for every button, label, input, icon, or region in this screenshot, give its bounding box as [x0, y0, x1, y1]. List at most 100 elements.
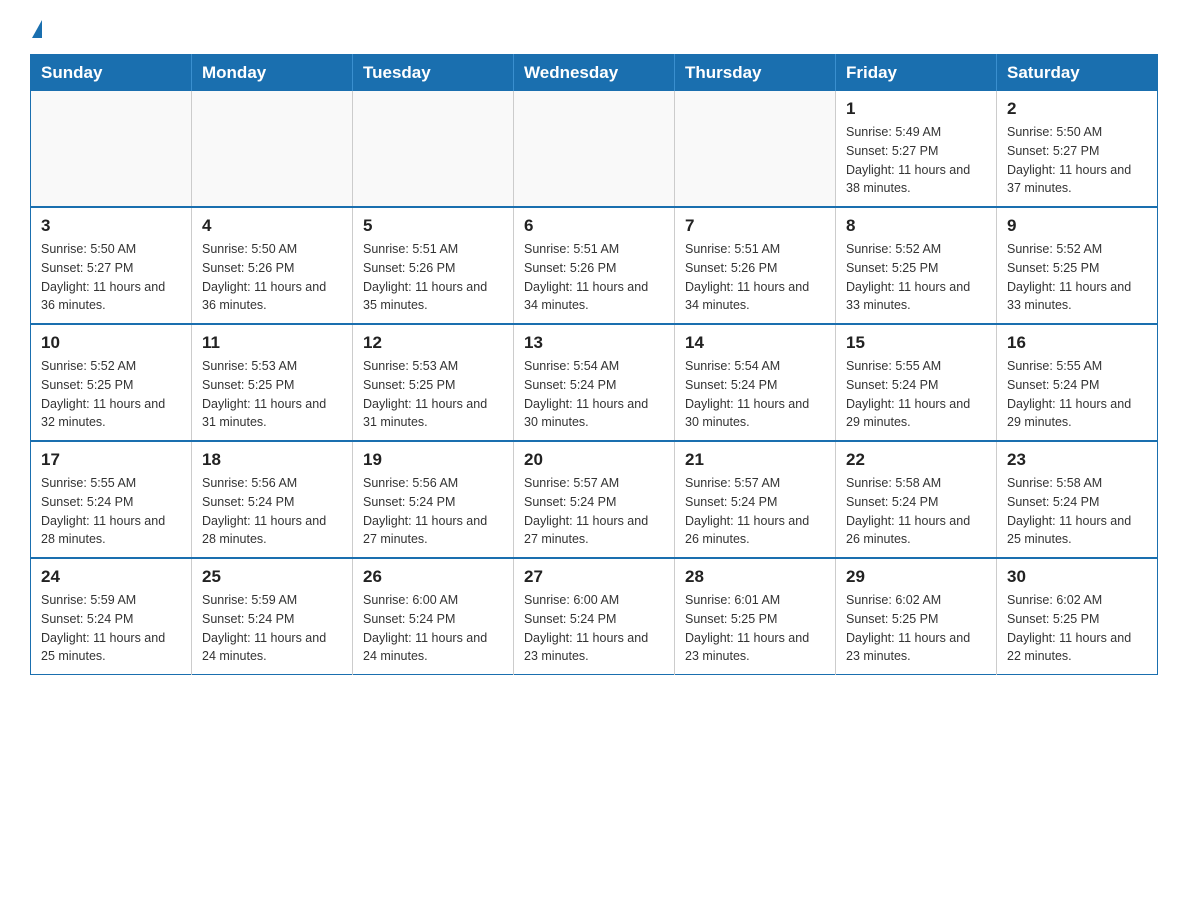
calendar-week-3: 10 Sunrise: 5:52 AM Sunset: 5:25 PM Dayli… [31, 324, 1158, 441]
calendar-cell: 18 Sunrise: 5:56 AM Sunset: 5:24 PM Dayli… [192, 441, 353, 558]
day-header-monday: Monday [192, 55, 353, 92]
day-info: Sunrise: 5:52 AM Sunset: 5:25 PM Dayligh… [41, 357, 181, 432]
calendar-cell: 7 Sunrise: 5:51 AM Sunset: 5:26 PM Daylig… [675, 207, 836, 324]
day-info: Sunrise: 5:53 AM Sunset: 5:25 PM Dayligh… [202, 357, 342, 432]
calendar-cell: 8Sunrise: 5:52 AM Sunset: 5:25 PM Daylig… [836, 207, 997, 324]
day-number: 24 [41, 567, 181, 587]
calendar-cell: 10 Sunrise: 5:52 AM Sunset: 5:25 PM Dayli… [31, 324, 192, 441]
calendar-cell: 26 Sunrise: 6:00 AM Sunset: 5:24 PM Dayli… [353, 558, 514, 675]
calendar-cell: 6Sunrise: 5:51 AM Sunset: 5:26 PM Daylig… [514, 207, 675, 324]
day-info: Sunrise: 5:57 AM Sunset: 5:24 PM Dayligh… [685, 474, 825, 549]
day-info: Sunrise: 5:56 AM Sunset: 5:24 PM Dayligh… [363, 474, 503, 549]
day-number: 27 [524, 567, 664, 587]
calendar-week-1: 1Sunrise: 5:49 AM Sunset: 5:27 PM Daylig… [31, 91, 1158, 207]
day-info: Sunrise: 5:50 AM Sunset: 5:27 PM Dayligh… [41, 240, 181, 315]
day-number: 29 [846, 567, 986, 587]
day-number: 10 [41, 333, 181, 353]
calendar-cell: 15 Sunrise: 5:55 AM Sunset: 5:24 PM Dayli… [836, 324, 997, 441]
day-number: 8 [846, 216, 986, 236]
calendar-cell [675, 91, 836, 207]
day-number: 4 [202, 216, 342, 236]
day-info: Sunrise: 5:54 AM Sunset: 5:24 PM Dayligh… [524, 357, 664, 432]
calendar-cell: 9Sunrise: 5:52 AM Sunset: 5:25 PM Daylig… [997, 207, 1158, 324]
day-header-sunday: Sunday [31, 55, 192, 92]
calendar-cell: 14Sunrise: 5:54 AM Sunset: 5:24 PM Dayli… [675, 324, 836, 441]
day-number: 21 [685, 450, 825, 470]
calendar-cell [31, 91, 192, 207]
day-number: 12 [363, 333, 503, 353]
day-number: 13 [524, 333, 664, 353]
calendar-cell: 30Sunrise: 6:02 AM Sunset: 5:25 PM Dayli… [997, 558, 1158, 675]
day-header-wednesday: Wednesday [514, 55, 675, 92]
day-number: 23 [1007, 450, 1147, 470]
calendar-week-5: 24 Sunrise: 5:59 AM Sunset: 5:24 PM Dayli… [31, 558, 1158, 675]
day-info: Sunrise: 5:55 AM Sunset: 5:24 PM Dayligh… [846, 357, 986, 432]
day-info: Sunrise: 5:55 AM Sunset: 5:24 PM Dayligh… [1007, 357, 1147, 432]
calendar-cell: 4 Sunrise: 5:50 AM Sunset: 5:26 PM Daylig… [192, 207, 353, 324]
day-header-tuesday: Tuesday [353, 55, 514, 92]
day-info: Sunrise: 5:58 AM Sunset: 5:24 PM Dayligh… [1007, 474, 1147, 549]
calendar-cell: 1Sunrise: 5:49 AM Sunset: 5:27 PM Daylig… [836, 91, 997, 207]
day-number: 15 [846, 333, 986, 353]
calendar-table: SundayMondayTuesdayWednesdayThursdayFrid… [30, 54, 1158, 675]
day-info: Sunrise: 5:49 AM Sunset: 5:27 PM Dayligh… [846, 123, 986, 198]
day-header-saturday: Saturday [997, 55, 1158, 92]
day-number: 28 [685, 567, 825, 587]
day-number: 30 [1007, 567, 1147, 587]
day-header-friday: Friday [836, 55, 997, 92]
day-number: 5 [363, 216, 503, 236]
calendar-cell: 25Sunrise: 5:59 AM Sunset: 5:24 PM Dayli… [192, 558, 353, 675]
calendar-cell: 16 Sunrise: 5:55 AM Sunset: 5:24 PM Dayli… [997, 324, 1158, 441]
day-number: 16 [1007, 333, 1147, 353]
calendar-week-2: 3 Sunrise: 5:50 AM Sunset: 5:27 PM Daylig… [31, 207, 1158, 324]
page-header [30, 20, 1158, 38]
day-info: Sunrise: 5:51 AM Sunset: 5:26 PM Dayligh… [363, 240, 503, 315]
calendar-cell: 11Sunrise: 5:53 AM Sunset: 5:25 PM Dayli… [192, 324, 353, 441]
calendar-cell: 17Sunrise: 5:55 AM Sunset: 5:24 PM Dayli… [31, 441, 192, 558]
day-number: 25 [202, 567, 342, 587]
calendar-cell: 19 Sunrise: 5:56 AM Sunset: 5:24 PM Dayli… [353, 441, 514, 558]
calendar-cell: 29 Sunrise: 6:02 AM Sunset: 5:25 PM Dayli… [836, 558, 997, 675]
calendar-cell: 23 Sunrise: 5:58 AM Sunset: 5:24 PM Dayli… [997, 441, 1158, 558]
day-info: Sunrise: 5:51 AM Sunset: 5:26 PM Dayligh… [685, 240, 825, 315]
day-info: Sunrise: 5:58 AM Sunset: 5:24 PM Dayligh… [846, 474, 986, 549]
calendar-header: SundayMondayTuesdayWednesdayThursdayFrid… [31, 55, 1158, 92]
day-info: Sunrise: 5:54 AM Sunset: 5:24 PM Dayligh… [685, 357, 825, 432]
logo [30, 20, 42, 38]
day-number: 20 [524, 450, 664, 470]
day-info: Sunrise: 5:50 AM Sunset: 5:26 PM Dayligh… [202, 240, 342, 315]
calendar-cell [514, 91, 675, 207]
day-number: 6 [524, 216, 664, 236]
day-header-thursday: Thursday [675, 55, 836, 92]
day-number: 7 [685, 216, 825, 236]
calendar-cell: 22 Sunrise: 5:58 AM Sunset: 5:24 PM Dayli… [836, 441, 997, 558]
day-number: 26 [363, 567, 503, 587]
day-info: Sunrise: 6:00 AM Sunset: 5:24 PM Dayligh… [524, 591, 664, 666]
day-number: 22 [846, 450, 986, 470]
logo-triangle-icon [32, 20, 42, 38]
day-header-row: SundayMondayTuesdayWednesdayThursdayFrid… [31, 55, 1158, 92]
calendar-cell: 24 Sunrise: 5:59 AM Sunset: 5:24 PM Dayli… [31, 558, 192, 675]
calendar-cell [353, 91, 514, 207]
calendar-cell: 21 Sunrise: 5:57 AM Sunset: 5:24 PM Dayli… [675, 441, 836, 558]
calendar-cell: 12 Sunrise: 5:53 AM Sunset: 5:25 PM Dayli… [353, 324, 514, 441]
day-info: Sunrise: 6:01 AM Sunset: 5:25 PM Dayligh… [685, 591, 825, 666]
calendar-cell: 28 Sunrise: 6:01 AM Sunset: 5:25 PM Dayli… [675, 558, 836, 675]
day-info: Sunrise: 5:53 AM Sunset: 5:25 PM Dayligh… [363, 357, 503, 432]
calendar-body: 1Sunrise: 5:49 AM Sunset: 5:27 PM Daylig… [31, 91, 1158, 675]
day-number: 19 [363, 450, 503, 470]
day-info: Sunrise: 5:57 AM Sunset: 5:24 PM Dayligh… [524, 474, 664, 549]
calendar-cell: 27 Sunrise: 6:00 AM Sunset: 5:24 PM Dayli… [514, 558, 675, 675]
day-info: Sunrise: 6:02 AM Sunset: 5:25 PM Dayligh… [846, 591, 986, 666]
day-info: Sunrise: 5:55 AM Sunset: 5:24 PM Dayligh… [41, 474, 181, 549]
day-info: Sunrise: 5:50 AM Sunset: 5:27 PM Dayligh… [1007, 123, 1147, 198]
calendar-cell [192, 91, 353, 207]
calendar-cell: 5 Sunrise: 5:51 AM Sunset: 5:26 PM Daylig… [353, 207, 514, 324]
day-number: 9 [1007, 216, 1147, 236]
day-number: 3 [41, 216, 181, 236]
day-number: 18 [202, 450, 342, 470]
day-info: Sunrise: 5:59 AM Sunset: 5:24 PM Dayligh… [41, 591, 181, 666]
day-info: Sunrise: 5:56 AM Sunset: 5:24 PM Dayligh… [202, 474, 342, 549]
calendar-cell: 2Sunrise: 5:50 AM Sunset: 5:27 PM Daylig… [997, 91, 1158, 207]
day-info: Sunrise: 6:00 AM Sunset: 5:24 PM Dayligh… [363, 591, 503, 666]
